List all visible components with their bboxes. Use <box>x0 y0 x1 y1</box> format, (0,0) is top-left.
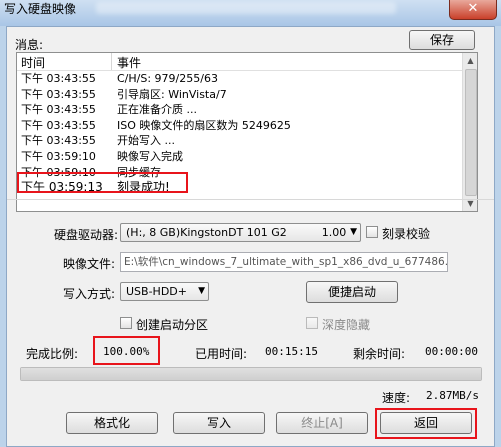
percent-highlight-box <box>93 336 160 365</box>
log-time: 下午 03:43:55 <box>21 103 96 117</box>
deep-hide-label[interactable]: 深度隐藏 <box>322 316 370 333</box>
blurred-title-text <box>96 2 396 14</box>
image-file-label: 映像文件: <box>63 257 116 271</box>
close-button[interactable]: ✕ <box>449 0 497 20</box>
divider <box>7 199 494 200</box>
log-row[interactable]: 下午 03:59:10 映像写入完成 <box>17 149 462 165</box>
log-row[interactable]: 下午 03:43:55 C/H/S: 979/255/63 <box>17 71 462 87</box>
write-mode-label: 写入方式: <box>63 287 116 301</box>
log-scrollbar[interactable]: ▲ ▼ <box>462 53 477 211</box>
drive-select[interactable]: (H:, 8 GB)KingstonDT 101 G2 1.00 ▼ <box>120 223 361 242</box>
deep-hide-checkbox[interactable] <box>306 317 318 329</box>
log-row[interactable]: 下午 03:43:55 开始写入 ... <box>17 133 462 149</box>
stop-button[interactable]: 终止[A] <box>276 412 368 434</box>
log-event: 开始写入 ... <box>117 134 175 148</box>
speed-value: 2.87MB/s <box>426 389 479 402</box>
remaining-time-value: 00:00:00 <box>425 345 478 358</box>
log-time: 下午 03:43:55 <box>21 118 96 132</box>
messages-label: 消息: <box>15 38 44 52</box>
column-header-time[interactable]: 时间 <box>21 54 45 71</box>
scroll-thumb[interactable] <box>465 69 477 196</box>
column-divider[interactable] <box>111 53 112 70</box>
dialog-body: 消息: 保存 时间 事件 下午 03:43:55 C/H/S: 979/255/… <box>6 26 495 447</box>
progress-bar <box>20 367 482 381</box>
log-event: 正在准备介质 ... <box>117 103 197 117</box>
create-boot-partition-label[interactable]: 创建启动分区 <box>136 316 208 333</box>
save-button[interactable]: 保存 <box>409 30 475 50</box>
log-header: 时间 事件 <box>17 53 462 71</box>
log-row[interactable]: 下午 03:43:55 引导扇区: WinVista/7 <box>17 87 462 103</box>
log-time: 下午 03:43:55 <box>21 72 96 85</box>
log-time: 下午 03:43:55 <box>21 87 96 101</box>
chevron-down-icon: ▼ <box>350 227 357 237</box>
quick-boot-button[interactable]: 便捷启动 <box>306 281 398 303</box>
verify-checkbox[interactable] <box>366 226 378 238</box>
write-mode-select[interactable]: USB-HDD+ ▼ <box>120 282 209 301</box>
elapsed-time-label: 已用时间: <box>195 347 248 361</box>
create-boot-partition-checkbox[interactable] <box>120 317 132 329</box>
log-event: 映像写入完成 <box>117 149 183 163</box>
window-title: 写入硬盘映像 <box>4 2 77 16</box>
log-event: C/H/S: 979/255/63 <box>117 72 218 85</box>
log-row[interactable]: 下午 03:43:55 正在准备介质 ... <box>17 102 462 118</box>
log-row[interactable]: 下午 03:43:55 ISO 映像文件的扇区数为 5249625 <box>17 118 462 134</box>
log-event: ISO 映像文件的扇区数为 5249625 <box>117 118 291 132</box>
chevron-down-icon: ▼ <box>198 286 205 296</box>
verify-label[interactable]: 刻录校验 <box>382 225 430 242</box>
log-time: 下午 03:43:55 <box>21 134 96 148</box>
drive-label: 硬盘驱动器: <box>54 228 119 242</box>
success-highlight-box <box>17 172 188 193</box>
progress-fill <box>21 368 481 380</box>
column-header-event[interactable]: 事件 <box>117 54 141 71</box>
speed-label: 速度: <box>382 391 411 405</box>
scroll-up-icon[interactable]: ▲ <box>463 53 477 68</box>
title-bar: 写入硬盘映像 ✕ <box>0 0 501 26</box>
drive-select-value: (H:, 8 GB)KingstonDT 101 G2 1.00 <box>126 226 347 239</box>
log-event: 引导扇区: WinVista/7 <box>117 87 227 101</box>
format-button[interactable]: 格式化 <box>66 412 158 434</box>
elapsed-time-value: 00:15:15 <box>265 345 318 358</box>
write-button[interactable]: 写入 <box>173 412 265 434</box>
log-time: 下午 03:59:10 <box>21 149 96 163</box>
remaining-time-label: 剩余时间: <box>353 347 406 361</box>
back-highlight-box <box>375 408 477 439</box>
image-file-field[interactable]: E:\软件\cn_windows_7_ultimate_with_sp1_x86… <box>120 252 448 272</box>
complete-ratio-label: 完成比例: <box>26 347 79 361</box>
write-mode-value: USB-HDD+ <box>126 285 187 298</box>
